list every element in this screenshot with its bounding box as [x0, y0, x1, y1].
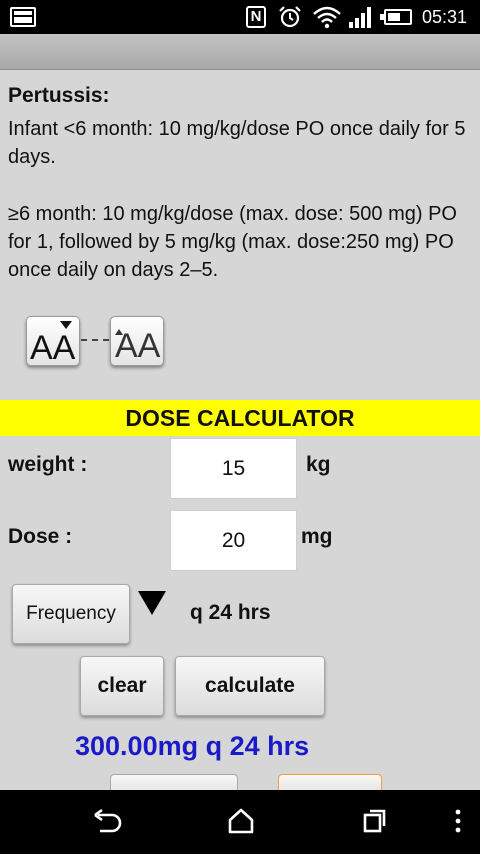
dose-unit: mg — [301, 525, 333, 548]
increase-font-icon: AA — [115, 327, 161, 365]
battery-icon — [380, 9, 412, 25]
frequency-value: q 24 hrs — [190, 601, 271, 624]
weight-label: weight : — [8, 453, 88, 476]
action-bar — [0, 34, 480, 70]
weight-input[interactable]: 15 — [170, 438, 297, 499]
font-control-separator — [81, 339, 109, 341]
alarm-icon — [279, 6, 301, 28]
home-icon[interactable] — [224, 790, 258, 854]
svg-text:AA: AA — [115, 327, 161, 365]
dosing-infant-text: Infant <6 month: 10 mg/kg/dose PO once d… — [8, 118, 466, 168]
recent-apps-icon[interactable] — [358, 790, 392, 854]
clear-button[interactable]: clear — [80, 656, 164, 716]
weight-unit: kg — [306, 453, 331, 476]
decrease-font-button[interactable]: AA — [26, 316, 80, 367]
navigation-bar — [0, 790, 480, 854]
wifi-icon — [313, 6, 341, 29]
dose-calculator-title: DOSE CALCULATOR — [0, 400, 480, 436]
signal-icon — [349, 7, 371, 28]
dosing-older-text: ≥6 month: 10 mg/kg/dose (max. dose: 500 … — [8, 203, 457, 281]
decrease-font-icon: AA — [30, 321, 76, 367]
frequency-button[interactable]: Frequency — [12, 584, 130, 644]
drug-heading: Pertussis: — [8, 84, 110, 107]
status-time: 05:31 — [422, 7, 468, 27]
svg-text:AA: AA — [30, 329, 76, 367]
calculate-button[interactable]: calculate — [175, 656, 325, 716]
dose-input[interactable]: 20 — [170, 510, 297, 571]
frequency-dropdown-icon[interactable] — [137, 590, 167, 616]
back-icon[interactable] — [90, 790, 124, 854]
status-bar: N 05:31 — [0, 0, 480, 34]
dose-result: 300.00mg q 24 hrs — [75, 731, 310, 761]
dose-label: Dose : — [8, 525, 73, 548]
gallery-notification-icon — [10, 7, 36, 27]
nfc-icon: N — [246, 6, 266, 28]
menu-icon[interactable] — [448, 790, 468, 854]
increase-font-button[interactable]: AA — [110, 316, 164, 366]
